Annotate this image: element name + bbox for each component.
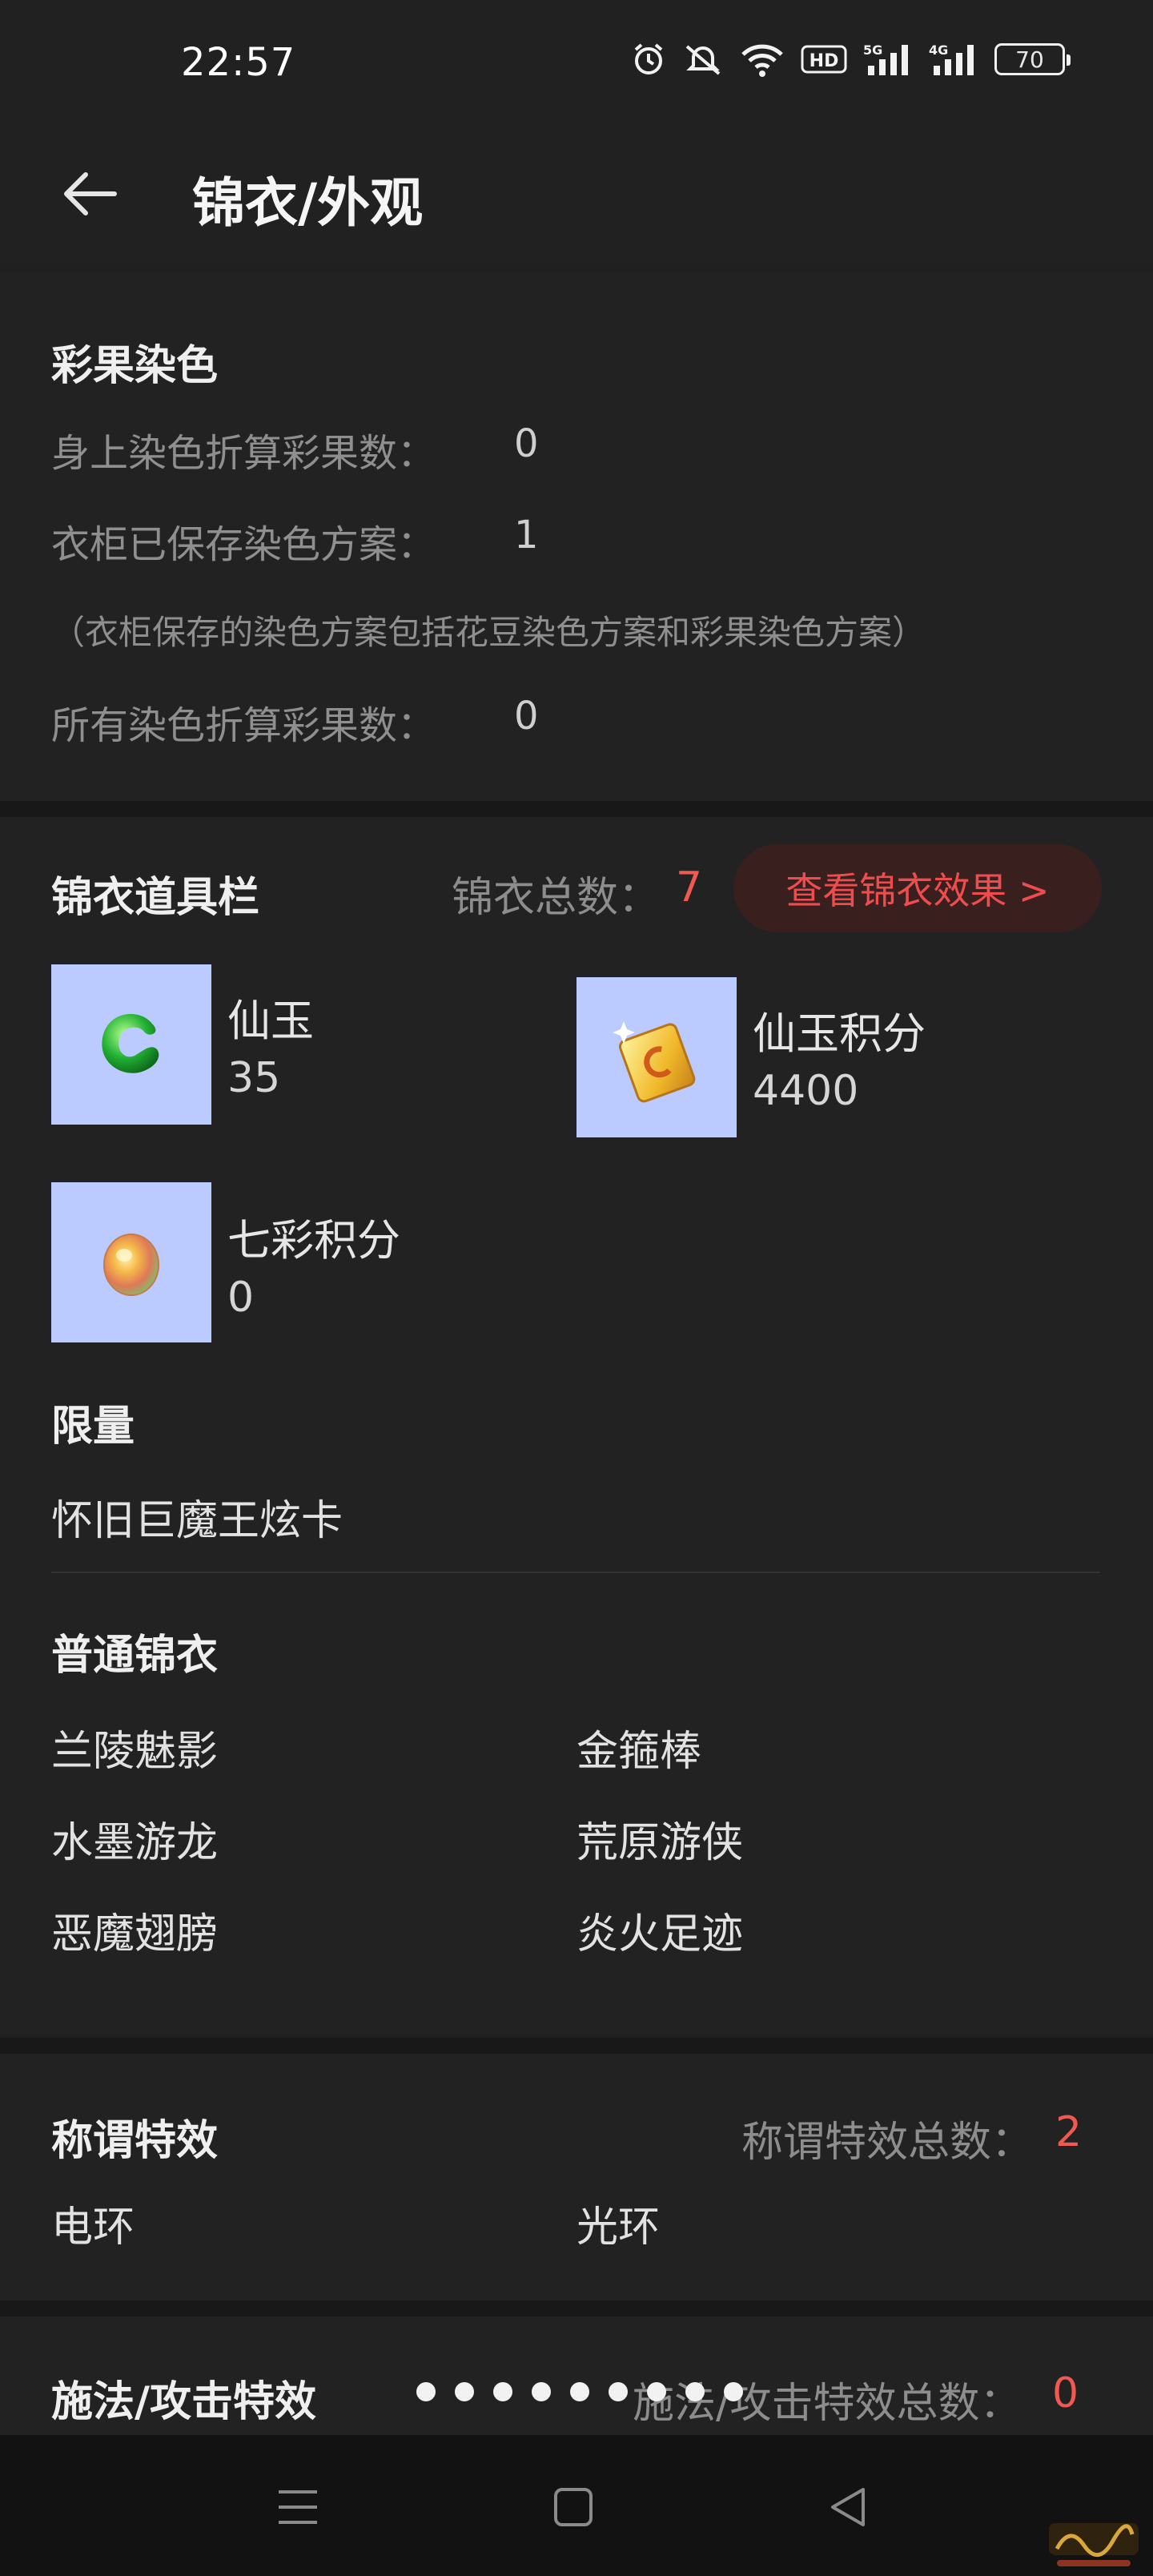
items-total-value: 7 [676,863,703,912]
title-effect-item: 电环 [51,2204,135,2252]
status-time: 22:57 [181,40,296,85]
divider [0,2300,1153,2316]
normal-item: 兰陵魅影 [51,1728,219,1776]
dye-note: （衣柜保存的染色方案包括花豆染色方案和彩果染色方案） [51,613,926,652]
item-count-rainbow-points: 0 [227,1274,255,1322]
svg-text:HD: HD [810,51,839,71]
normal-item: 荒原游侠 [576,1819,744,1867]
dye-body-value: 0 [514,421,539,466]
title-effects-total-label: 称谓特效总数： [741,2119,1034,2167]
item-count-jade: 35 [227,1054,281,1102]
menu-icon[interactable] [264,2473,331,2541]
normal-item: 金箍棒 [576,1728,702,1776]
battery-icon: 70 [994,43,1071,75]
title-effects-total-value: 2 [1055,2108,1083,2156]
wifi-icon [740,42,785,77]
page-dot [570,2382,589,2401]
page-dot [685,2382,705,2401]
page-dot [455,2382,474,2401]
normal-item: 恶魔翅膀 [51,1910,219,1958]
hd-icon: HD [801,43,847,75]
items-total-label: 锦衣总数： [452,874,661,922]
page-dot [609,2382,628,2401]
app-bar: 锦衣/外观 [0,128,1153,264]
normal-title: 普通锦衣 [51,1632,219,1680]
view-effects-button[interactable]: 查看锦衣效果 > [733,844,1102,932]
page-indicator [416,2382,743,2401]
cast-effects-title: 施法/攻击特效 [51,2378,316,2426]
dye-card: 彩果染色 身上染色折算彩果数： 0 衣柜已保存染色方案： 1 （衣柜保存的染色方… [0,272,1153,801]
item-count-jade-points: 4400 [753,1067,859,1115]
dye-all-label: 所有染色折算彩果数： [51,703,436,748]
page-dot [724,2382,743,2401]
dye-saved-value: 1 [514,513,539,557]
item-name-jade-points: 仙玉积分 [753,1008,926,1059]
signal-4g-icon: 4G [929,42,978,77]
back-triangle-icon[interactable] [815,2473,882,2541]
svg-text:5G: 5G [863,42,882,58]
limited-item: 怀旧巨魔王炫卡 [51,1497,343,1545]
rainbow-points-icon [51,1182,211,1342]
status-icons: HD 5G 4G 70 [631,42,1071,77]
items-section-title: 锦衣道具栏 [51,874,260,922]
forum-watermark-logo [1046,2517,1142,2573]
dye-section-title: 彩果染色 [51,342,219,390]
back-arrow-icon[interactable] [56,160,123,227]
status-bar: 22:57 HD 5G 4G 70 [0,0,1153,128]
limited-title: 限量 [51,1403,135,1451]
page-title: 锦衣/外观 [192,172,424,234]
dye-all-value: 0 [514,694,539,739]
cast-effects-total-value: 0 [1052,2369,1079,2417]
jade-icon [51,964,211,1125]
item-name-jade: 仙玉 [227,996,314,1046]
svg-text:4G: 4G [929,42,948,58]
jade-points-card-icon [576,977,737,1137]
normal-item: 水墨游龙 [51,1819,219,1867]
section-divider-line [51,1572,1100,1573]
page-dot [416,2382,436,2401]
normal-item: 炎火足迹 [576,1910,744,1958]
page-dot [532,2382,551,2401]
home-icon[interactable] [540,2473,607,2541]
dye-saved-label: 衣柜已保存染色方案： [51,522,436,567]
dye-body-label: 身上染色折算彩果数： [51,431,436,476]
page-dot [493,2382,512,2401]
title-effects-title: 称谓特效 [51,2117,219,2165]
system-nav-bar [0,2435,1153,2576]
item-name-rainbow-points: 七彩积分 [227,1215,400,1266]
alarm-icon [631,42,666,77]
divider [0,2038,1153,2054]
mute-icon [682,42,724,77]
title-effects-card [0,2054,1153,2300]
divider [0,801,1153,817]
title-effect-item: 光环 [576,2204,661,2252]
page-dot [647,2382,666,2401]
signal-5g-icon: 5G [863,42,913,77]
